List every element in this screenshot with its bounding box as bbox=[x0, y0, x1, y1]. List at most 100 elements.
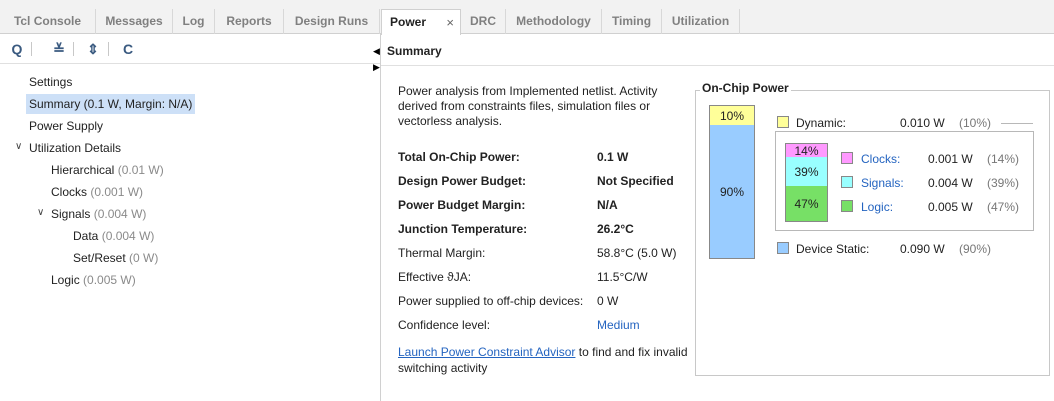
tab-label: Methodology bbox=[516, 14, 591, 28]
dynamic-value: 0.010 W bbox=[900, 116, 945, 130]
tab-methodology[interactable]: Methodology bbox=[506, 9, 602, 34]
close-icon[interactable]: × bbox=[446, 15, 454, 30]
tree-item-label: Utilization Details bbox=[29, 141, 122, 155]
tab-label: Log bbox=[182, 14, 205, 28]
device-static-swatch bbox=[777, 242, 789, 254]
logic-percent: (47%) bbox=[987, 200, 1020, 214]
tree-item-value: (0 W) bbox=[129, 251, 159, 265]
advisor-note: Launch Power Constraint Advisor to find … bbox=[398, 344, 688, 376]
toolbar-separator bbox=[108, 42, 109, 56]
row-value: 0 W bbox=[597, 294, 619, 308]
row-value: N/A bbox=[597, 198, 618, 212]
logic-value: 0.005 W bbox=[928, 200, 973, 214]
chevron-down-icon[interactable]: ∨ bbox=[37, 207, 44, 218]
report-navigation-pane: Q ≚ ⇕ C Settings Summary (0.1 W, Margin:… bbox=[0, 34, 381, 401]
tree-item-label: Clocks bbox=[51, 185, 88, 199]
tab-utilization[interactable]: Utilization bbox=[662, 9, 740, 34]
search-icon[interactable]: Q bbox=[8, 40, 26, 58]
clocks-value: 0.001 W bbox=[928, 152, 973, 166]
tree-toolbar: Q ≚ ⇕ C bbox=[0, 34, 380, 64]
tree-item-hierarchical[interactable]: Hierarchical (0.01 W) bbox=[51, 160, 164, 180]
tab-drc[interactable]: DRC bbox=[461, 9, 506, 34]
dynamic-label: Dynamic: bbox=[796, 116, 847, 130]
tab-label: Reports bbox=[226, 14, 272, 28]
tree-item-set-reset[interactable]: Set/Reset (0 W) bbox=[73, 248, 158, 268]
tab-reports[interactable]: Reports bbox=[215, 9, 284, 34]
signals-percent: (39%) bbox=[987, 176, 1020, 190]
power-constraint-advisor-link[interactable]: Launch Power Constraint Advisor bbox=[398, 345, 575, 359]
tree-item-label: Settings bbox=[29, 75, 73, 89]
tab-power[interactable]: Power × bbox=[381, 9, 461, 35]
chevron-down-icon[interactable]: ∨ bbox=[15, 141, 22, 152]
tree-item-settings[interactable]: Settings bbox=[29, 72, 72, 92]
tree-item-value: (0.004 W) bbox=[93, 207, 147, 221]
tree-item-value: (0.004 W) bbox=[101, 229, 155, 243]
tab-log[interactable]: Log bbox=[173, 9, 215, 34]
row-value: 26.2°C bbox=[597, 222, 634, 236]
dynamic-percent: (10%) bbox=[959, 116, 992, 130]
tree-item-logic[interactable]: Logic (0.005 W) bbox=[51, 270, 136, 290]
tab-label: Utilization bbox=[671, 14, 730, 28]
refresh-icon[interactable]: C bbox=[119, 40, 137, 58]
row-label: Confidence level: bbox=[398, 318, 491, 332]
tree-item-label: Signals bbox=[51, 207, 91, 221]
tab-label: Design Runs bbox=[294, 14, 369, 28]
row-label: Design Power Budget: bbox=[398, 174, 527, 188]
device-static-label: Device Static: bbox=[796, 242, 870, 256]
signals-link[interactable]: Signals: bbox=[861, 176, 904, 190]
device-static-percent: (90%) bbox=[959, 242, 992, 256]
splitter-expand-icon[interactable]: ▶ bbox=[373, 62, 380, 73]
toolbar-separator bbox=[31, 42, 32, 56]
tab-label: Messages bbox=[105, 14, 163, 28]
row-label: Total On-Chip Power: bbox=[398, 150, 520, 164]
clocks-bar-segment: 14% bbox=[785, 143, 828, 158]
logic-link[interactable]: Logic: bbox=[861, 200, 893, 214]
tab-design-runs[interactable]: Design Runs bbox=[284, 9, 380, 34]
row-label: Power supplied to off-chip devices: bbox=[398, 294, 584, 308]
clocks-swatch bbox=[841, 152, 853, 164]
row-label: Thermal Margin: bbox=[398, 246, 486, 260]
row-value: 11.5°C/W bbox=[597, 270, 648, 284]
tree-item-label: Logic bbox=[51, 273, 80, 287]
row-value: Not Specified bbox=[597, 174, 674, 188]
tree-item-signals[interactable]: Signals (0.004 W) bbox=[51, 204, 146, 224]
group-connector bbox=[1001, 123, 1033, 124]
logic-bar-segment: 47% bbox=[785, 186, 828, 222]
dynamic-swatch bbox=[777, 116, 789, 128]
tree-item-label: Power Supply bbox=[29, 119, 104, 133]
confidence-level-link[interactable]: Medium bbox=[597, 317, 640, 333]
tab-bar: Tcl Console Messages Log Reports Design … bbox=[0, 0, 1054, 35]
clocks-percent: (14%) bbox=[987, 152, 1020, 166]
tree-item-clocks[interactable]: Clocks (0.001 W) bbox=[51, 182, 143, 202]
tree-item-label: Set/Reset bbox=[73, 251, 126, 265]
tab-tcl-console[interactable]: Tcl Console bbox=[0, 9, 96, 34]
row-label: Power Budget Margin: bbox=[398, 198, 526, 212]
tree-item-label: Data bbox=[73, 229, 99, 243]
tree-item-summary[interactable]: Summary (0.1 W, Margin: N/A) bbox=[26, 94, 196, 114]
row-label: Junction Temperature: bbox=[398, 222, 528, 236]
static-bar-segment: 90% bbox=[709, 125, 755, 259]
toolbar-separator bbox=[73, 42, 74, 56]
tree-item-label: Summary (0.1 W, Margin: N/A) bbox=[29, 97, 193, 111]
tree-item-label: Hierarchical bbox=[51, 163, 115, 177]
row-label: Effective ϑJA: bbox=[398, 270, 472, 284]
on-chip-power-title: On-Chip Power bbox=[700, 81, 791, 95]
tree-item-data[interactable]: Data (0.004 W) bbox=[73, 226, 154, 246]
signals-swatch bbox=[841, 176, 853, 188]
dynamic-bar-segment: 10% bbox=[709, 105, 755, 126]
clocks-link[interactable]: Clocks: bbox=[861, 152, 900, 166]
row-value: 58.8°C (5.0 W) bbox=[597, 246, 677, 260]
splitter-collapse-icon[interactable]: ◀ bbox=[373, 46, 380, 57]
tree-item-value: (0.01 W) bbox=[117, 163, 164, 177]
tab-label: Timing bbox=[611, 14, 652, 28]
tab-label: Power bbox=[390, 15, 427, 29]
expand-all-icon[interactable]: ⇕ bbox=[84, 40, 102, 58]
device-static-value: 0.090 W bbox=[900, 242, 945, 256]
tab-messages[interactable]: Messages bbox=[96, 9, 173, 34]
row-value: 0.1 W bbox=[597, 150, 629, 164]
collapse-all-icon[interactable]: ≚ bbox=[50, 40, 68, 58]
tab-label: Tcl Console bbox=[13, 14, 82, 28]
tree-item-utilization-details[interactable]: Utilization Details bbox=[29, 138, 121, 158]
tree-item-power-supply[interactable]: Power Supply bbox=[29, 116, 103, 136]
tab-timing[interactable]: Timing bbox=[602, 9, 662, 34]
